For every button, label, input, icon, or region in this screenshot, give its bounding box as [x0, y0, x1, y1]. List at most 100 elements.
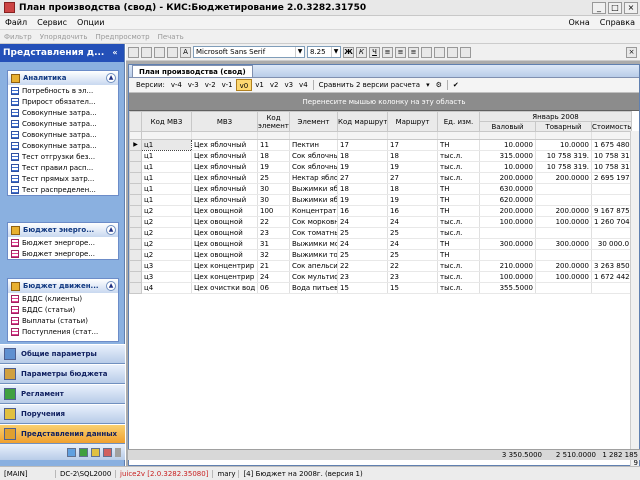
- column-header[interactable]: Валовый: [479, 121, 536, 132]
- table-cell[interactable]: 06: [257, 282, 290, 294]
- table-cell[interactable]: Выжимки морк: [289, 238, 338, 250]
- table-cell[interactable]: 30 000.0: [591, 238, 633, 250]
- list-item[interactable]: Совокупные затра...: [8, 107, 118, 118]
- nav-general-params[interactable]: Общие параметры: [0, 344, 125, 364]
- filter-button[interactable]: Фильтр: [0, 33, 36, 41]
- table-cell[interactable]: 25: [257, 172, 290, 184]
- version-button[interactable]: v1: [252, 79, 267, 91]
- table-cell[interactable]: ц1: [141, 194, 192, 206]
- table-cell[interactable]: 19: [387, 194, 438, 206]
- table-cell[interactable]: Цех яблочный: [191, 194, 258, 206]
- table-cell[interactable]: Пектин: [289, 139, 338, 151]
- table-row[interactable]: ц1Цех яблочный19Сок яблочный1919тыс.л.10…: [129, 161, 633, 173]
- table-cell[interactable]: тыс.л.: [437, 150, 480, 162]
- mini-nav-icon[interactable]: [103, 447, 112, 457]
- mini-nav-icon[interactable]: [79, 447, 88, 457]
- table-cell[interactable]: Цех яблочный: [191, 172, 258, 184]
- version-button[interactable]: v2: [267, 79, 282, 91]
- table-cell[interactable]: 11: [257, 139, 290, 151]
- table-cell[interactable]: ТН: [437, 205, 480, 217]
- table-row[interactable]: ц1Цех яблочный30Выжимки ябло1919ТН620.00…: [129, 194, 633, 206]
- chevron-up-icon[interactable]: ▲: [106, 225, 116, 235]
- mini-nav-icon[interactable]: [91, 447, 100, 457]
- table-cell[interactable]: 200.0000: [535, 205, 592, 217]
- table-cell[interactable]: ц3: [141, 260, 192, 272]
- table-cell[interactable]: Цех овощной: [191, 249, 258, 261]
- table-cell[interactable]: Сок яблочный: [289, 150, 338, 162]
- panel-header[interactable]: Бюджет движен... ▲: [8, 279, 118, 293]
- table-cell[interactable]: ТН: [437, 238, 480, 250]
- table-cell[interactable]: 100.0000: [535, 216, 592, 228]
- table-cell[interactable]: [535, 183, 592, 195]
- table-cell[interactable]: ц1: [141, 172, 192, 184]
- table-cell[interactable]: 10 758 319.: [591, 150, 633, 162]
- table-row[interactable]: ц2Цех овощной23Сок томатный2525тыс.л.: [129, 227, 633, 239]
- table-cell[interactable]: Цех яблочный: [191, 150, 258, 162]
- table-cell[interactable]: ц2: [141, 216, 192, 228]
- table-cell[interactable]: тыс.л.: [437, 216, 480, 228]
- version-button[interactable]: v-1: [219, 79, 236, 91]
- list-item[interactable]: Тест прямых затр...: [8, 173, 118, 184]
- table-cell[interactable]: Сок апельсинов: [289, 260, 338, 272]
- menu-help[interactable]: Справка: [595, 18, 640, 27]
- table-cell[interactable]: 23: [387, 271, 438, 283]
- table-row[interactable]: ц3Цех концентрир24Сок мультифру2323тыс.л…: [129, 271, 633, 283]
- border-icon[interactable]: [447, 46, 458, 58]
- table-cell[interactable]: 27: [387, 172, 438, 184]
- table-cell[interactable]: ц1: [141, 139, 192, 151]
- list-item[interactable]: Совокупные затра...: [8, 129, 118, 140]
- table-cell[interactable]: ц2: [141, 205, 192, 217]
- close-doc-icon[interactable]: ×: [626, 46, 637, 58]
- table-cell[interactable]: 300.0000: [535, 238, 592, 250]
- table-cell[interactable]: 10.0000: [479, 161, 536, 173]
- group-by-area[interactable]: Перенесите мышью колонку на эту область: [129, 93, 639, 111]
- table-cell[interactable]: 315.0000: [479, 150, 536, 162]
- table-cell[interactable]: 19: [257, 161, 290, 173]
- table-row[interactable]: ц2Цех овощной31Выжимки морк2424ТН300.000…: [129, 238, 633, 250]
- font-color-icon[interactable]: [434, 46, 445, 58]
- table-row[interactable]: ц2Цех овощной22Сок морковный2424тыс.л.10…: [129, 216, 633, 228]
- list-item[interactable]: Тест распределен...: [8, 184, 118, 195]
- table-cell[interactable]: 3 263 850.9: [591, 260, 633, 272]
- current-row-indicator[interactable]: ▶: [129, 139, 142, 151]
- table-cell[interactable]: Выжимки томат: [289, 249, 338, 261]
- list-item[interactable]: Бюджет энергоре...: [8, 248, 118, 259]
- table-cell[interactable]: Цех концентрир: [191, 260, 258, 272]
- table-cell[interactable]: тыс.л.: [437, 161, 480, 173]
- list-item[interactable]: Выплаты (статьи): [8, 315, 118, 326]
- sort-button[interactable]: Упорядочить: [36, 33, 92, 41]
- table-cell[interactable]: Цех яблочный: [191, 183, 258, 195]
- table-cell[interactable]: тыс.л.: [437, 172, 480, 184]
- table-cell[interactable]: 19: [387, 161, 438, 173]
- table-cell[interactable]: ц3: [141, 271, 192, 283]
- table-cell[interactable]: 24: [257, 271, 290, 283]
- table-cell[interactable]: 16: [387, 205, 438, 217]
- table-cell[interactable]: 620.0000: [479, 194, 536, 206]
- table-cell[interactable]: 18: [387, 183, 438, 195]
- table-cell[interactable]: [591, 227, 633, 239]
- row-header[interactable]: [129, 194, 142, 206]
- table-cell[interactable]: 24: [387, 238, 438, 250]
- table-cell[interactable]: 18: [337, 150, 388, 162]
- format-icon[interactable]: [460, 46, 471, 58]
- chevron-up-icon[interactable]: ▲: [106, 281, 116, 291]
- table-cell[interactable]: тыс.л.: [437, 260, 480, 272]
- list-item[interactable]: Тест отгрузки без...: [8, 151, 118, 162]
- table-cell[interactable]: 1 672 442.6: [591, 271, 633, 283]
- list-item[interactable]: Тест правил расп...: [8, 162, 118, 173]
- row-header[interactable]: [129, 183, 142, 195]
- list-item[interactable]: Совокупные затра...: [8, 140, 118, 151]
- table-cell[interactable]: ТН: [437, 194, 480, 206]
- table-cell[interactable]: 25: [337, 249, 388, 261]
- version-button[interactable]: v4: [296, 79, 311, 91]
- table-cell[interactable]: ц1: [141, 161, 192, 173]
- list-item[interactable]: БДДС (клиенты): [8, 293, 118, 304]
- italic-icon[interactable]: К: [356, 46, 367, 58]
- table-cell[interactable]: [535, 227, 592, 239]
- table-cell[interactable]: 24: [337, 216, 388, 228]
- table-cell[interactable]: 10 758 319.: [535, 161, 592, 173]
- table-cell[interactable]: 30: [257, 183, 290, 195]
- vertical-scrollbar[interactable]: [630, 131, 639, 471]
- column-header[interactable]: Код маршрута: [337, 111, 388, 132]
- font-icon[interactable]: A: [180, 46, 191, 58]
